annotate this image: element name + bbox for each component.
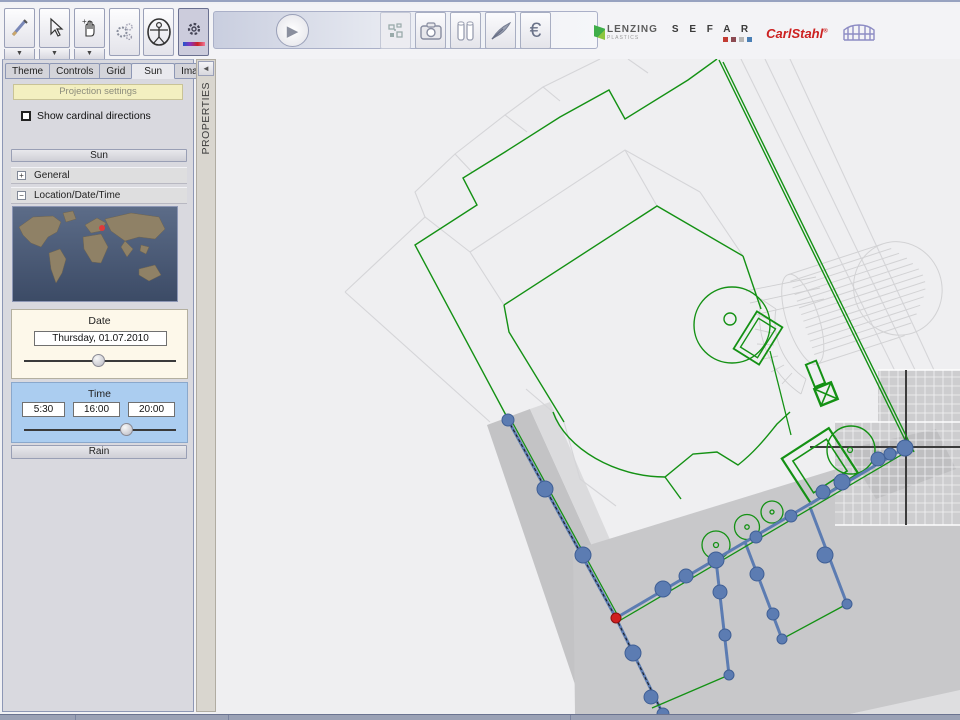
select-tool-button[interactable] [39, 8, 70, 48]
cardinal-directions-checkbox[interactable] [21, 111, 31, 121]
render-gear-icon [183, 18, 205, 40]
projection-settings-button[interactable]: Projection settings [13, 84, 183, 100]
lenzing-flag-icon [594, 25, 605, 40]
svg-text:+: + [82, 17, 87, 26]
transform-tool-button[interactable] [109, 8, 140, 56]
transform-gears-icon [113, 20, 137, 44]
settings-sidebar: Theme Controls Grid Sun Images Projectio… [2, 59, 194, 712]
time-panel: Time 5:30 16:00 20:00 [11, 382, 188, 443]
world-map[interactable] [12, 206, 178, 302]
snapshot-button[interactable] [415, 12, 446, 49]
viewport-canvas[interactable] [216, 59, 960, 714]
time-end-field[interactable]: 20:00 [128, 402, 175, 417]
time-start-field[interactable]: 5:30 [22, 402, 65, 417]
location-section-label: Location/Date/Time [34, 190, 120, 201]
tab-grid[interactable]: Grid [99, 63, 132, 79]
main-toolbar: ▼ ▼ + ▼ ▶ [0, 4, 960, 59]
status-bar [0, 714, 960, 720]
membrane-structure-logo [842, 22, 876, 44]
location-section-toggle[interactable]: − Location/Date/Time [11, 187, 187, 204]
pan-tool-button[interactable]: + [74, 8, 105, 48]
sefar-square-maroon [731, 37, 736, 42]
sefar-square-blue [747, 37, 752, 42]
color-gradient-strip [183, 42, 205, 46]
selected-node[interactable] [611, 613, 621, 623]
world-map-image [13, 207, 177, 301]
tab-controls[interactable]: Controls [49, 63, 100, 79]
rain-section-header[interactable]: Rain [11, 445, 187, 459]
cost-button[interactable]: € [520, 12, 551, 49]
material-rolls-icon [455, 19, 477, 43]
material-rolls-button[interactable] [450, 12, 481, 49]
date-slider-thumb[interactable] [92, 354, 105, 367]
date-label: Date [12, 315, 187, 327]
plan-marker [806, 361, 838, 406]
collapse-panel-button[interactable]: ◄ [198, 61, 214, 76]
time-slider[interactable] [24, 423, 176, 437]
feather-icon [489, 20, 513, 42]
hand-grab-icon: + [79, 17, 101, 39]
sefar-square-gray [739, 37, 744, 42]
general-section-toggle[interactable]: + General [11, 167, 187, 184]
feather-button[interactable] [485, 12, 516, 49]
date-panel: Date Thursday, 01.07.2010 [11, 309, 188, 379]
human-scale-button[interactable] [143, 8, 174, 56]
cardinal-directions-label: Show cardinal directions [37, 110, 151, 122]
time-current-field[interactable]: 16:00 [73, 402, 120, 417]
application-window: ▼ ▼ + ▼ ▶ [0, 0, 960, 720]
sun-section-header[interactable]: Sun [11, 149, 187, 162]
sefar-square-red [723, 37, 728, 42]
tab-theme[interactable]: Theme [5, 63, 50, 79]
sponsor-logos: LENZINGPLASTICS S E F A R CarlStahl® [594, 16, 954, 50]
collapse-icon[interactable]: − [17, 191, 26, 200]
general-section-label: General [34, 170, 70, 181]
tab-sun[interactable]: Sun [131, 63, 175, 79]
canvas-drawing [216, 59, 960, 714]
sefar-logo: S E F A R [672, 24, 752, 42]
render-settings-button[interactable] [178, 8, 209, 56]
time-label: Time [12, 388, 187, 400]
expand-icon[interactable]: + [17, 171, 26, 180]
model-nodes-icon [386, 21, 406, 41]
pencil-icon [9, 17, 31, 39]
lenzing-logo: LENZINGPLASTICS [594, 25, 658, 41]
model-nodes-button[interactable] [380, 12, 411, 49]
euro-icon: € [530, 19, 542, 43]
vitruvian-man-icon [146, 17, 172, 47]
location-marker [99, 225, 105, 231]
cardinal-directions-row: Show cardinal directions [21, 110, 151, 122]
date-field[interactable]: Thursday, 01.07.2010 [34, 331, 167, 346]
time-slider-thumb[interactable] [120, 423, 133, 436]
sidebar-tab-strip: Theme Controls Grid Sun Images [5, 63, 220, 79]
camera-icon [420, 22, 442, 40]
time-slider-track [24, 429, 176, 431]
date-slider[interactable] [24, 354, 176, 368]
cursor-icon [45, 17, 65, 39]
play-button[interactable]: ▶ [276, 14, 309, 47]
draw-tool-button[interactable] [4, 8, 35, 48]
carlstahl-logo: CarlStahl® [766, 26, 828, 41]
properties-tab-label: PROPERTIES [200, 82, 212, 155]
properties-panel-tab[interactable]: ◄ PROPERTIES [196, 59, 216, 712]
ramp-hatch [746, 277, 824, 394]
